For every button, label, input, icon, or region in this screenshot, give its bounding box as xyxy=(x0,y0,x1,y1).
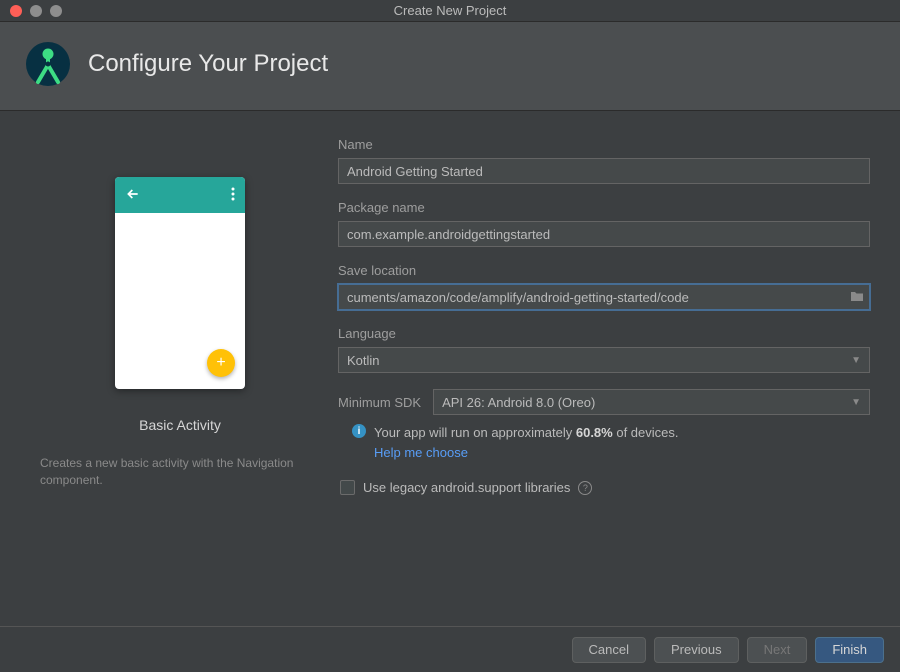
finish-button[interactable]: Finish xyxy=(815,637,884,663)
save-location-input[interactable] xyxy=(339,285,845,309)
browse-folder-icon[interactable] xyxy=(845,290,869,305)
min-sdk-select[interactable]: API 26: Android 8.0 (Oreo) ▼ xyxy=(433,389,870,415)
titlebar: Create New Project xyxy=(0,0,900,22)
name-input[interactable] xyxy=(338,158,870,184)
window-title: Create New Project xyxy=(394,3,507,18)
cancel-button[interactable]: Cancel xyxy=(572,637,646,663)
fab-icon: + xyxy=(207,349,235,377)
legacy-libraries-row: Use legacy android.support libraries ? xyxy=(338,480,870,495)
previous-button[interactable]: Previous xyxy=(654,637,739,663)
package-name-input[interactable] xyxy=(338,221,870,247)
info-icon: i xyxy=(352,424,366,438)
chevron-down-icon: ▼ xyxy=(851,397,861,408)
form-panel: Name Package name Save location Language… xyxy=(330,137,870,495)
min-sdk-value: API 26: Android 8.0 (Oreo) xyxy=(442,395,595,410)
language-select[interactable]: Kotlin ▼ xyxy=(338,347,870,373)
chevron-down-icon: ▼ xyxy=(851,355,861,366)
window-controls xyxy=(0,5,62,17)
page-title: Configure Your Project xyxy=(88,50,328,78)
wizard-header: Configure Your Project xyxy=(0,22,900,111)
preview-appbar xyxy=(115,177,245,213)
template-name: Basic Activity xyxy=(139,417,221,433)
back-arrow-icon xyxy=(125,186,141,205)
wizard-footer: Cancel Previous Next Finish xyxy=(0,626,900,672)
next-button: Next xyxy=(747,637,808,663)
sdk-info-row: i Your app will run on approximately 60.… xyxy=(338,423,870,462)
language-label: Language xyxy=(338,326,870,341)
sdk-info-text: Your app will run on approximately 60.8%… xyxy=(374,423,679,462)
phone-preview: + xyxy=(115,177,245,389)
save-location-field xyxy=(338,284,870,310)
content-area: + Basic Activity Creates a new basic act… xyxy=(0,111,900,505)
language-value: Kotlin xyxy=(347,353,380,368)
zoom-window-button[interactable] xyxy=(50,5,62,17)
name-label: Name xyxy=(338,137,870,152)
min-sdk-label: Minimum SDK xyxy=(338,395,421,410)
save-location-label: Save location xyxy=(338,263,870,278)
help-me-choose-link[interactable]: Help me choose xyxy=(374,445,468,460)
android-studio-logo-icon xyxy=(26,42,70,86)
legacy-libraries-checkbox[interactable] xyxy=(340,480,355,495)
help-icon[interactable]: ? xyxy=(578,481,592,495)
template-preview-panel: + Basic Activity Creates a new basic act… xyxy=(30,137,330,495)
close-window-button[interactable] xyxy=(10,5,22,17)
template-description: Creates a new basic activity with the Na… xyxy=(40,455,320,489)
overflow-menu-icon xyxy=(231,187,235,204)
minimize-window-button[interactable] xyxy=(30,5,42,17)
package-name-label: Package name xyxy=(338,200,870,215)
legacy-libraries-label: Use legacy android.support libraries xyxy=(363,480,570,495)
